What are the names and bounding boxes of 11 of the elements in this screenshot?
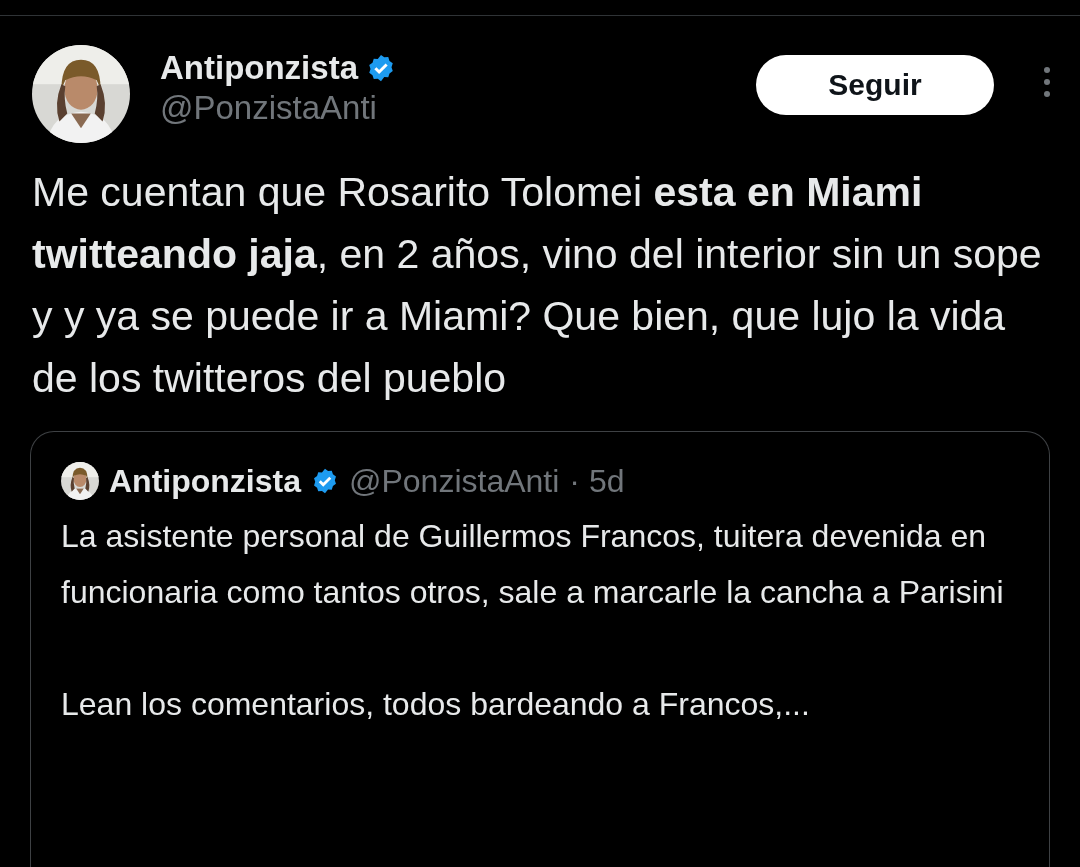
follow-button[interactable]: Seguir bbox=[756, 55, 994, 115]
more-icon[interactable] bbox=[1044, 67, 1050, 97]
quoted-post-card[interactable] bbox=[30, 431, 1050, 867]
post-time: · 5d bbox=[569, 462, 625, 500]
quoted-post-text: Lean los comentarios, todos bardeando a Francos,... bbox=[61, 685, 811, 724]
quoted-author-handle: @PonzistaAnti bbox=[349, 462, 560, 500]
quoted-post-text: La asistente personal de Guillermos Francos, tuitera devenida en funcionaria como tantos otros, sale a marcarle la cancha a Parisini bbox=[61, 517, 1005, 612]
quoted-author-name: Antiponzista bbox=[109, 462, 301, 500]
author-name[interactable]: Antiponzista bbox=[160, 49, 358, 87]
post-text: Me cuentan que Rosarito Tolomei esta en Miami twitteando jaja, en 2 años, vino del interior sin un sope y y ya se puede ir a Miami? Que bien, que lujo la vida de los twitteros del pueblo bbox=[32, 168, 1043, 403]
author-handle[interactable]: @PonzistaAnti bbox=[160, 89, 726, 127]
